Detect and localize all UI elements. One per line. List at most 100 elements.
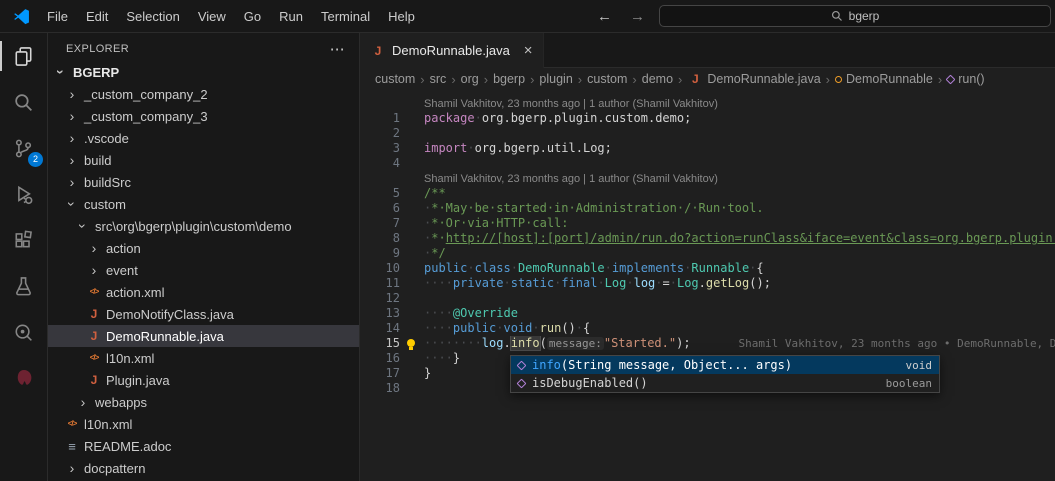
menu-edit[interactable]: Edit [77,9,117,24]
code-text[interactable]: ····private·static·final·Log·log·=·Log.g… [424,276,1055,291]
code-text[interactable]: ·*·May·be·started·in·Administration·/·Ru… [424,201,1055,216]
code-text[interactable]: ·*/ [424,246,1055,261]
breadcrumb-custom[interactable]: custom [587,72,627,86]
suggestion-label: info(String message, Object... args) [532,358,792,373]
line-number[interactable]: 3 [360,141,400,156]
breadcrumb-run[interactable]: run() [947,72,984,86]
code-text[interactable]: public·class·DemoRunnable·implements·Run… [424,261,1055,276]
line-number[interactable]: 4 [360,156,400,171]
breadcrumb-label: demo [642,72,673,86]
line-number[interactable]: 1 [360,111,400,126]
tree-item-vscode[interactable]: ›.vscode [48,127,359,149]
adoc-file-icon: ≡ [64,440,80,453]
suggestion-info[interactable]: info(String message, Object... args)void [511,356,939,374]
close-tab-icon[interactable]: × [524,42,533,59]
breadcrumb-demorunnable[interactable]: DemoRunnable [835,72,933,86]
tree-item-buildsrc[interactable]: ›buildSrc [48,171,359,193]
tree-item-custom[interactable]: ›custom [48,193,359,215]
menu-view[interactable]: View [189,9,235,24]
gitlens-icon[interactable] [0,309,47,355]
code-text[interactable]: ·*·Or·via·HTTP·call: [424,216,1055,231]
tree-item-event[interactable]: ›event [48,259,359,281]
breadcrumb-label: custom [375,72,415,86]
lightbulb-icon[interactable] [400,336,424,351]
tree-item-l10n-xml[interactable]: </>l10n.xml [48,413,359,435]
code-text[interactable] [424,156,1055,171]
extensions-icon[interactable] [0,217,47,263]
more-actions-icon[interactable]: ⋯ [330,40,345,58]
testing-icon[interactable] [0,263,47,309]
red-extension-icon[interactable] [0,355,47,401]
breadcrumb-src[interactable]: src [430,72,447,86]
line-number[interactable]: 14 [360,321,400,336]
breadcrumb-org[interactable]: org [461,72,479,86]
forward-icon[interactable]: → [630,8,645,25]
line-number[interactable]: 5 [360,186,400,201]
tree-item-bgerp[interactable]: ›BGERP [48,61,359,83]
source-control-icon[interactable]: 2 [0,125,47,171]
tree-item-custom-company-2[interactable]: ›_custom_company_2 [48,83,359,105]
menu-go[interactable]: Go [235,9,270,24]
tree-item-demonotifyclass-java[interactable]: JDemoNotifyClass.java [48,303,359,325]
code-text[interactable]: import·org.bgerp.util.Log; [424,141,1055,156]
tree-item-readme-adoc[interactable]: ≡README.adoc [48,435,359,457]
menu-selection[interactable]: Selection [117,9,188,24]
code-line: 6 ·*·May·be·started·in·Administration·/·R… [360,201,1055,216]
line-number[interactable]: 7 [360,216,400,231]
explorer-icon[interactable] [0,33,47,79]
code-text[interactable] [424,126,1055,141]
tree-item-plugin-java[interactable]: JPlugin.java [48,369,359,391]
breadcrumb-demorunnable-java[interactable]: JDemoRunnable.java [687,72,820,86]
tree-item-demorunnable-java[interactable]: JDemoRunnable.java [48,325,359,347]
line-number[interactable]: 8 [360,231,400,246]
code-text[interactable]: /** [424,186,1055,201]
run-and-debug-icon[interactable] [0,171,47,217]
code-text[interactable] [424,291,1055,306]
line-number[interactable]: 17 [360,366,400,381]
line-number[interactable]: 13 [360,306,400,321]
code-text[interactable]: ········log.info(message:"Started.");Sha… [424,336,1055,351]
line-number[interactable]: 6 [360,201,400,216]
menu-help[interactable]: Help [379,9,424,24]
command-center-search[interactable]: bgerp [659,5,1051,27]
tree-item-action[interactable]: ›action [48,237,359,259]
breadcrumb-custom[interactable]: custom [375,72,415,86]
code-text[interactable]: package·org.bgerp.plugin.custom.demo; [424,111,1055,126]
menu-run[interactable]: Run [270,9,312,24]
line-number[interactable]: 16 [360,351,400,366]
tree-item-l10n-xml[interactable]: </>l10n.xml [48,347,359,369]
tree-item-build[interactable]: ›build [48,149,359,171]
token-ws: ···· [424,351,453,365]
line-number[interactable]: 10 [360,261,400,276]
back-icon[interactable]: ← [597,8,612,25]
tree-item-action-xml[interactable]: </>action.xml [48,281,359,303]
line-number[interactable]: 12 [360,291,400,306]
breadcrumb-plugin[interactable]: plugin [539,72,572,86]
code-text[interactable]: ·*·http://[host]:[port]/admin/run.do?act… [424,231,1055,246]
tree-item-webapps[interactable]: ›webapps [48,391,359,413]
breadcrumb-demo[interactable]: demo [642,72,673,86]
line-number[interactable]: 18 [360,381,400,396]
token-ws: · [496,321,503,335]
tree-item-src-org-bgerp-plugin-custom-demo[interactable]: ›src\org\bgerp\plugin\custom\demo [48,215,359,237]
suggestion-isdebugenabled[interactable]: isDebugEnabled()boolean [511,374,939,392]
line-number[interactable] [360,96,400,111]
tree-item-docpattern[interactable]: ›docpattern [48,457,359,479]
token-typ: Log [677,276,699,290]
line-number[interactable]: 11 [360,276,400,291]
line-number[interactable] [360,171,400,186]
search-icon[interactable] [0,79,47,125]
code-text[interactable]: Shamil Vakhitov, 23 months ago | 1 autho… [424,96,1055,111]
menu-file[interactable]: File [38,9,77,24]
line-number[interactable]: 2 [360,126,400,141]
code-text[interactable]: Shamil Vakhitov, 23 months ago | 1 autho… [424,171,1055,186]
code-text[interactable]: ····@Override [424,306,1055,321]
menu-terminal[interactable]: Terminal [312,9,379,24]
code-text[interactable]: ····public·void·run()·{ [424,321,1055,336]
line-number[interactable]: 9 [360,246,400,261]
chevron-right-icon: › [86,263,102,277]
tree-item-custom-company-3[interactable]: ›_custom_company_3 [48,105,359,127]
breadcrumb-bgerp[interactable]: bgerp [493,72,525,86]
line-number[interactable]: 15 [360,336,400,351]
tab-demorunnable-java[interactable]: J DemoRunnable.java × [360,33,544,68]
